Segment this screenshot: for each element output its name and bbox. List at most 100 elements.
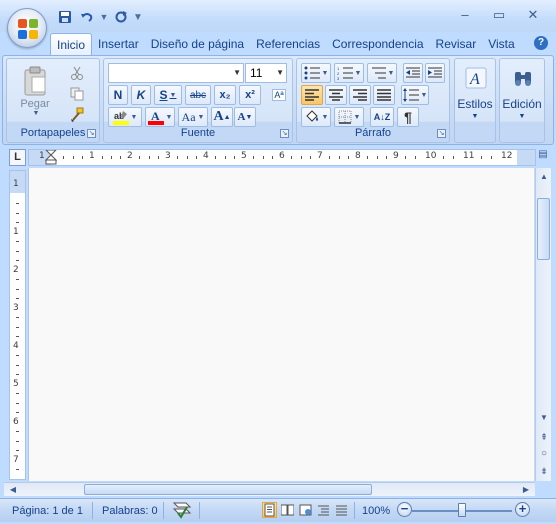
previous-page-icon[interactable]: ⇞: [537, 430, 551, 444]
editing-group[interactable]: Edición ▼: [499, 58, 545, 143]
outline-view-icon: [318, 505, 329, 516]
numbering-button[interactable]: 123 ▼: [334, 63, 364, 83]
redo-icon[interactable]: [111, 8, 131, 26]
minimize-button[interactable]: ‒: [453, 6, 477, 24]
zoom-slider-thumb[interactable]: [458, 503, 466, 517]
format-painter-button[interactable]: [67, 105, 87, 125]
underline-button[interactable]: S ▼: [154, 85, 182, 105]
clear-formatting-button[interactable]: Aª: [269, 85, 289, 105]
strikethrough-button[interactable]: abc: [185, 85, 211, 105]
browse-object-icon[interactable]: ○: [537, 447, 551, 461]
word-count[interactable]: Palabras: 0: [102, 503, 158, 519]
grow-font-button[interactable]: A ▲: [211, 107, 233, 127]
scroll-left-icon[interactable]: ◀: [6, 483, 20, 497]
undo-icon[interactable]: [77, 8, 97, 26]
highlight-button[interactable]: ab ▼: [108, 107, 142, 127]
subscript-button[interactable]: x₂: [214, 85, 236, 105]
indent-marker-icon[interactable]: [45, 150, 57, 165]
undo-dropdown-icon[interactable]: ▼: [99, 8, 109, 26]
horizontal-scroll-thumb[interactable]: [84, 484, 372, 495]
scroll-down-icon[interactable]: ▼: [537, 411, 551, 425]
tab-correspondencia[interactable]: Correspondencia: [326, 33, 429, 55]
ruler-tick: [310, 156, 311, 159]
multilevel-list-button[interactable]: ▼: [367, 63, 397, 83]
show-marks-button[interactable]: ¶: [397, 107, 419, 127]
italic-button[interactable]: K: [131, 85, 151, 105]
save-icon[interactable]: [55, 8, 75, 26]
vertical-scrollbar[interactable]: ▲ ▼ ⇞ ○ ⇟: [535, 168, 551, 481]
sort-button[interactable]: A↓Z: [370, 107, 394, 127]
print-layout-view-button[interactable]: [262, 502, 277, 518]
office-button[interactable]: [7, 8, 47, 48]
clipboard-launcher-icon[interactable]: ↘: [87, 129, 96, 138]
align-right-button[interactable]: [349, 85, 371, 105]
help-icon[interactable]: ?: [534, 36, 548, 50]
paste-button[interactable]: Pegar ▼: [15, 63, 55, 119]
paragraph-launcher-icon[interactable]: ↘: [437, 129, 446, 138]
scroll-up-icon[interactable]: ▲: [537, 170, 551, 184]
borders-dropdown-icon: ▼: [353, 113, 361, 121]
ruler-tick: [111, 156, 112, 159]
change-case-button[interactable]: Aa ▼: [178, 107, 208, 127]
ribbon-tabs: Inicio Insertar Diseño de página Referen…: [50, 33, 521, 56]
tab-vista[interactable]: Vista: [482, 33, 520, 55]
close-button[interactable]: ✕: [521, 6, 545, 24]
styles-group[interactable]: A Estilos ▼: [454, 58, 496, 143]
ruler-number: 1: [13, 227, 19, 237]
customize-quick-access-icon[interactable]: ▼: [133, 12, 143, 23]
font-color-button[interactable]: A ▼: [145, 107, 175, 127]
full-screen-reading-view-button[interactable]: [280, 502, 295, 518]
ruler-number: 3: [13, 303, 19, 313]
draft-view-button[interactable]: [334, 502, 349, 518]
tab-selector[interactable]: L: [9, 149, 26, 166]
ruler-tick: [491, 156, 492, 159]
zoom-in-button[interactable]: +: [515, 502, 530, 517]
align-left-button[interactable]: [301, 85, 323, 105]
shrink-font-button[interactable]: A ▼: [234, 107, 256, 127]
web-layout-view-button[interactable]: [298, 502, 313, 518]
font-name-combo[interactable]: ▼: [108, 63, 244, 83]
shading-button[interactable]: ▼: [301, 107, 331, 127]
maximize-button[interactable]: ▭: [487, 6, 511, 24]
page-count[interactable]: Página: 1 de 1: [12, 503, 83, 519]
bullets-button[interactable]: ▼: [301, 63, 331, 83]
tab-insertar[interactable]: Insertar: [92, 33, 145, 55]
cut-button[interactable]: [67, 63, 87, 83]
ruler-tick: [16, 327, 19, 328]
line-spacing-button[interactable]: ▼: [401, 85, 429, 105]
ruler-tick: [16, 222, 19, 223]
justify-button[interactable]: [373, 85, 395, 105]
vertical-ruler[interactable]: 1 1 2 3 4 5 6 7: [9, 170, 26, 480]
tab-revisar[interactable]: Revisar: [430, 33, 483, 55]
ruler-tick: [263, 156, 264, 159]
horizontal-ruler[interactable]: 1 1 2 3 4 5 6 7 8 9 10 11 12: [28, 149, 536, 166]
svg-text:A: A: [151, 109, 160, 123]
superscript-button[interactable]: x²: [239, 85, 261, 105]
ruler-number: 7: [317, 151, 323, 161]
document-page[interactable]: [28, 168, 534, 481]
zoom-level[interactable]: 100%: [362, 503, 390, 519]
proofing-icon[interactable]: [172, 501, 192, 519]
borders-button[interactable]: ▼: [334, 107, 364, 127]
grow-font-arrow-icon: ▲: [223, 113, 231, 121]
copy-button[interactable]: [67, 84, 87, 104]
next-page-icon[interactable]: ⇟: [537, 464, 551, 478]
scroll-right-icon[interactable]: ▶: [519, 483, 533, 497]
horizontal-scrollbar[interactable]: ◀ ▶: [4, 482, 535, 496]
view-ruler-icon[interactable]: ▤: [536, 149, 550, 165]
bold-button[interactable]: N: [108, 85, 128, 105]
tab-referencias[interactable]: Referencias: [250, 33, 326, 55]
vertical-scroll-thumb[interactable]: [537, 198, 550, 260]
ruler-tick: [415, 156, 416, 159]
tab-inicio[interactable]: Inicio: [50, 33, 93, 56]
font-launcher-icon[interactable]: ↘: [280, 129, 289, 138]
increase-indent-button[interactable]: [425, 63, 445, 83]
ruler-tick: [16, 279, 19, 280]
zoom-out-button[interactable]: −: [397, 502, 412, 517]
font-size-combo[interactable]: 11 ▼: [245, 63, 287, 83]
align-center-button[interactable]: [325, 85, 347, 105]
tab-diseno-pagina[interactable]: Diseño de página: [145, 33, 250, 55]
decrease-indent-button[interactable]: [403, 63, 423, 83]
font-group: ▼ 11 ▼ Aª N K S ▼ abc x₂ x² ab ▼ A ▼ Aa ▼: [103, 58, 293, 143]
outline-view-button[interactable]: [316, 502, 331, 518]
